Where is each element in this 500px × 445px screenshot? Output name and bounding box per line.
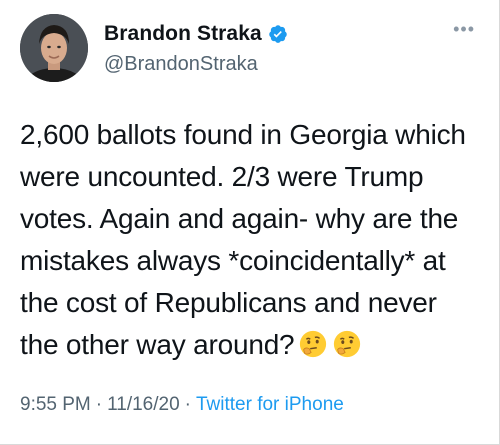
tweet-time[interactable]: 9:55 PM [20, 394, 91, 416]
more-options-icon[interactable]: ••• [453, 20, 475, 38]
verified-badge-icon [269, 25, 287, 43]
tweet-line: votes. Again and again- why are the [20, 203, 459, 234]
author-handle[interactable]: @BrandonStraka [104, 53, 258, 76]
thinking-face-icon [334, 330, 361, 358]
avatar[interactable] [20, 14, 88, 82]
thinking-face-icon [300, 330, 327, 358]
tweet-date[interactable]: 11/16/20 [107, 394, 180, 416]
tweet-line: the other way around? [20, 329, 295, 360]
meta-separator: · [184, 394, 191, 415]
meta-separator: · [95, 394, 103, 415]
tweet-line: mistakes always *coincidentally* at [20, 245, 446, 276]
tweet-last-line: the other way around? [20, 324, 485, 366]
tweet-card: Brandon Straka @BrandonStraka ••• 2,600 … [0, 0, 500, 445]
profile-photo [20, 14, 88, 82]
author-name-row: Brandon Straka [104, 22, 288, 46]
tweet-text: 2,600 ballots found in Georgia which wer… [20, 114, 485, 366]
tweet-line: were uncounted. 2/3 were Trump [20, 161, 424, 192]
tweet-line: the cost of Republicans and never [20, 287, 437, 318]
author-name[interactable]: Brandon Straka [104, 22, 262, 46]
tweet-source-link[interactable]: Twitter for iPhone [196, 394, 344, 416]
tweet-meta: 9:55 PM · 11/16/20 · Twitter for iPhone [20, 394, 344, 416]
tweet-line: 2,600 ballots found in Georgia which [20, 119, 466, 150]
